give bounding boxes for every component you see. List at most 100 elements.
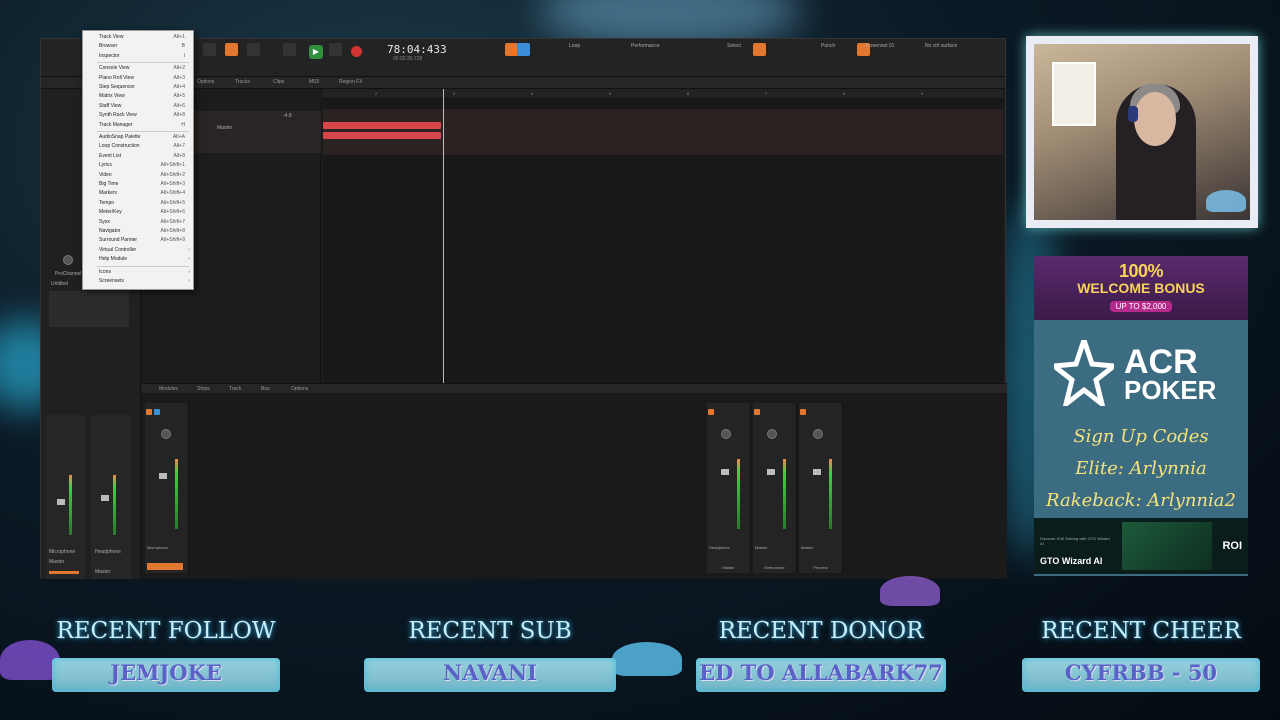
menu-item[interactable]: Big Time Alt+Shift+3 <box>83 180 193 189</box>
menu-item[interactable]: Video Alt+Shift+2 <box>83 171 193 180</box>
menu-clips[interactable]: Clips <box>273 79 284 85</box>
console-menubar: Modules Strips Track Bus Options <box>141 383 1007 393</box>
channel-buttons[interactable] <box>708 409 714 415</box>
smart-tool-button[interactable] <box>225 43 238 56</box>
eq-module[interactable] <box>49 291 129 327</box>
time-display: 78:04:433 <box>387 43 447 56</box>
menu-item[interactable]: Staff View Alt+6 <box>83 102 193 111</box>
menu-tracks[interactable]: Tracks <box>235 79 250 85</box>
pan-knob[interactable] <box>767 429 777 439</box>
menu-region-fx[interactable]: Region FX <box>339 79 363 85</box>
tool-button[interactable] <box>203 43 216 56</box>
menu-item[interactable]: AudioSnap Palette Alt+A <box>83 133 193 142</box>
submenu-arrow-icon: › <box>188 278 190 284</box>
menu-item[interactable]: Step Sequencer Alt+4 <box>83 83 193 92</box>
output-label: Master <box>755 545 768 550</box>
menu-item[interactable]: Loop Construction Alt+7 <box>83 142 193 151</box>
menu-item[interactable]: Surround Panner Alt+Shift+9 <box>83 236 193 245</box>
menu-item-shortcut: Alt+5 <box>173 93 185 100</box>
snap-button[interactable] <box>753 43 766 56</box>
volume-fader[interactable] <box>813 469 821 475</box>
banner-value: JEMJOKE <box>110 660 222 685</box>
volume-fader[interactable] <box>767 469 775 475</box>
rewind-button[interactable] <box>283 43 296 56</box>
channel-buttons[interactable] <box>146 409 152 415</box>
stop-button[interactable] <box>329 43 342 56</box>
channel-name: Master <box>722 565 735 570</box>
console-channel: Master Preview <box>799 403 843 573</box>
track-name-label: Untitled <box>51 281 68 287</box>
prochannel-label: ProChannel <box>55 271 82 277</box>
menu-item-shortcut: Alt+1 <box>173 34 185 40</box>
menu-item[interactable]: Virtual Controller › <box>83 246 193 255</box>
menu-item-label: Virtual Controller <box>99 246 137 253</box>
menu-item-shortcut: H <box>181 121 185 128</box>
menu-item[interactable]: Synth Rack View Alt+8 <box>83 111 193 120</box>
mushroom-decoration <box>880 576 940 606</box>
menu-item-label: Markers <box>99 190 118 197</box>
pan-knob[interactable] <box>161 429 171 439</box>
menu-separator <box>97 62 189 64</box>
audio-clip[interactable] <box>323 119 441 141</box>
menu-console-options[interactable]: Options <box>291 386 308 392</box>
console-channel: Microphone <box>145 403 189 573</box>
menu-modules[interactable]: Modules <box>159 386 178 392</box>
track-lane[interactable] <box>323 109 1003 155</box>
menu-item-label: Sysx <box>99 218 110 225</box>
ruler-tick: 3 <box>453 91 456 96</box>
level-meter <box>829 459 832 529</box>
menu-item[interactable]: Track View Alt+1 <box>83 33 193 42</box>
output-label: Master <box>95 569 111 575</box>
menu-strips[interactable]: Strips <box>197 386 210 392</box>
menu-item[interactable]: Icons › <box>83 268 193 277</box>
channel-buttons[interactable] <box>754 409 760 415</box>
gain-knob[interactable] <box>63 255 73 265</box>
volume-fader[interactable] <box>721 469 729 475</box>
pan-knob[interactable] <box>721 429 731 439</box>
output-label: Master <box>801 545 814 550</box>
menu-item[interactable]: Meter/Key Alt+Shift+6 <box>83 208 193 217</box>
acr-star-logo <box>1054 340 1114 406</box>
volume-fader[interactable] <box>101 495 109 501</box>
banner-title: RECENT DONOR <box>718 618 924 644</box>
menu-item[interactable]: Matrix View Alt+5 <box>83 92 193 101</box>
tool-button[interactable] <box>247 43 260 56</box>
menu-bus[interactable]: Bus <box>261 386 270 392</box>
menu-track[interactable]: Track <box>229 386 241 392</box>
menu-item-label: Track View <box>99 34 124 40</box>
menu-item[interactable]: Console View Alt+2 <box>83 64 193 73</box>
menu-item[interactable]: Sysx Alt+Shift+7 <box>83 218 193 227</box>
playhead[interactable] <box>443 89 444 421</box>
menu-item[interactable]: Piano Roll View Alt+3 <box>83 74 193 83</box>
menu-item-label: Big Time <box>99 181 119 187</box>
channel-buttons[interactable] <box>154 409 160 415</box>
ruler-tick: 5 <box>609 91 612 96</box>
record-button[interactable] <box>351 46 362 57</box>
menu-item[interactable]: Help Module › <box>83 255 193 264</box>
channel-buttons[interactable] <box>800 409 806 415</box>
timeline-ruler[interactable]: 2 3 4 5 6 7 8 9 <box>323 89 1003 99</box>
menu-item-label: Surround Panner <box>99 237 138 244</box>
menu-item[interactable]: Inspector I <box>83 52 193 61</box>
volume-fader[interactable] <box>159 473 167 479</box>
menu-midi[interactable]: MIDI <box>309 79 320 85</box>
menu-item[interactable]: Markers Alt+Shift+4 <box>83 189 193 198</box>
menu-item[interactable]: Track Manager H <box>83 121 193 130</box>
clips-pane[interactable]: 2 3 4 5 6 7 8 9 <box>323 89 1003 421</box>
sponsor-panel: 100% WELCOME BONUS UP TO $2,000 ACR POKE… <box>1034 256 1248 576</box>
menu-item[interactable]: Event List Alt+8 <box>83 152 193 161</box>
menu-item[interactable]: Browser B <box>83 42 193 51</box>
pan-knob[interactable] <box>813 429 823 439</box>
menu-item[interactable]: Tempo Alt+Shift+5 <box>83 199 193 208</box>
menu-options[interactable]: Options <box>197 79 214 85</box>
menu-item-label: Matrix View <box>99 93 125 100</box>
play-button[interactable]: ▶ <box>309 45 323 59</box>
menu-item[interactable]: Lyrics Alt+Shift+1 <box>83 161 193 170</box>
menu-item[interactable]: Screensets › <box>83 277 193 286</box>
bonus-amount: UP TO $2,000 <box>1109 301 1173 312</box>
menu-item[interactable]: Navigator Alt+Shift+8 <box>83 227 193 236</box>
volume-fader[interactable] <box>57 499 65 505</box>
selected-channel-label <box>147 563 183 570</box>
views-dropdown-menu: Track View Alt+1 Browser B Inspector I Console… <box>82 30 194 290</box>
loop-toggle-button[interactable] <box>517 43 530 56</box>
